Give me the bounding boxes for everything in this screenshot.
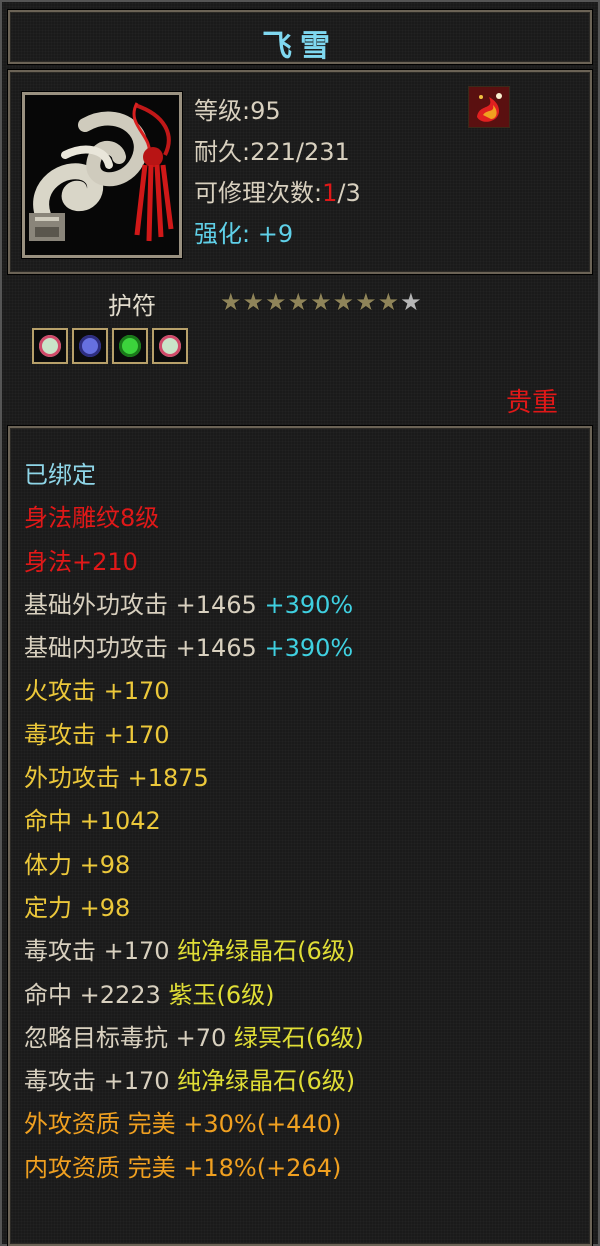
attribute-bonus: +390%	[256, 634, 354, 663]
attribute-gem-source: 紫玉(6级)	[160, 980, 275, 1009]
attribute-text: 已绑定	[24, 461, 96, 489]
attribute-text: 身法+210	[24, 547, 138, 576]
rarity-label: 贵重	[505, 388, 558, 418]
repair-rest: /3	[337, 179, 361, 207]
attribute-bonus: +390%	[256, 590, 354, 619]
attribute-line: 命中 +1042	[24, 802, 364, 845]
level-line: 等级:95	[194, 97, 281, 125]
attribute-line: 基础外功攻击 +1465 +390%	[24, 586, 364, 629]
attribute-text: 忽略目标毒抗 +70	[24, 1023, 227, 1052]
star-filled-icon: ★	[220, 288, 242, 316]
repair-line: 可修理次数:1/3	[194, 176, 361, 217]
star-rating: ★ ★ ★ ★ ★ ★ ★ ★ ★	[220, 290, 422, 314]
star-filled-icon: ★	[242, 288, 265, 316]
attribute-text: 基础内功攻击 +1465	[24, 634, 257, 663]
gem-core	[79, 335, 101, 357]
attribute-line: 身法雕纹8级	[24, 499, 364, 542]
attribute-text: 外功攻击 +1875	[24, 764, 209, 793]
gem-core	[39, 335, 61, 357]
star-filled-icon: ★	[287, 288, 310, 316]
attribute-text: 毒攻击 +170	[24, 720, 170, 749]
title-panel: 飞雪	[8, 10, 592, 64]
durability-value: 221/231	[250, 138, 350, 166]
star-filled-icon: ★	[332, 288, 355, 316]
enhance-line: 强化: +9	[194, 220, 294, 248]
attribute-line: 定力 +98	[24, 889, 364, 932]
attribute-text: 身法雕纹8级	[24, 504, 160, 533]
attribute-text: 命中 +1042	[24, 807, 161, 836]
green-gem-icon[interactable]	[112, 328, 148, 364]
attribute-panel: 已绑定 身法雕纹8级 身法+210 基础外功攻击 +1465 +390% 基础内功攻击 …	[8, 426, 592, 1246]
attribute-gem-source: 纯净绿晶石(6级)	[169, 937, 356, 966]
attribute-text: 火攻击 +170	[24, 677, 170, 706]
attribute-text: 毒攻击 +170	[24, 1067, 170, 1096]
item-name: 飞雪	[262, 29, 338, 64]
fire-rune-icon	[468, 86, 510, 128]
attribute-text: 内攻资质 完美 +18%(+264)	[24, 1153, 342, 1182]
star-filled-icon: ★	[310, 288, 332, 316]
gem-slots	[32, 328, 188, 364]
attribute-line: 毒攻击 +170 纯净绿晶石(6级)	[24, 1062, 364, 1105]
item-type: 护符	[108, 292, 156, 320]
attribute-text: 毒攻击 +170	[24, 937, 170, 966]
attribute-line: 体力 +98	[24, 846, 364, 889]
star-empty-icon: ★	[400, 288, 422, 316]
attribute-gem-source: 绿冥石(6级)	[226, 1023, 364, 1052]
type-area: 护符 ★ ★ ★ ★ ★ ★ ★ ★ ★ 贵重	[2, 280, 598, 422]
attribute-line: 已绑定	[24, 456, 364, 499]
attribute-text: 体力 +98	[24, 850, 131, 879]
white-green-gem-icon[interactable]	[152, 328, 188, 364]
attribute-text: 外攻资质 完美 +30%(+440)	[24, 1110, 342, 1139]
attribute-text: 定力 +98	[24, 893, 131, 922]
attribute-text: 基础外功攻击 +1465	[24, 590, 257, 619]
attribute-line: 火攻击 +170	[24, 672, 364, 715]
item-tooltip: 飞雪 等级:95 耐久:221/231 可修理次数:1/3 强化: +9 护符 …	[0, 0, 600, 1246]
item-stats: 等级:95 耐久:221/231 可修理次数:1/3 强化: +9	[194, 94, 361, 258]
attribute-line: 外功攻击 +1875	[24, 759, 364, 802]
info-panel: 等级:95 耐久:221/231 可修理次数:1/3 强化: +9	[8, 70, 592, 274]
gem-core	[159, 335, 181, 357]
attribute-line: 基础内功攻击 +1465 +390%	[24, 629, 364, 672]
purple-gem-icon[interactable]	[72, 328, 108, 364]
attribute-line: 忽略目标毒抗 +70 绿冥石(6级)	[24, 1019, 364, 1062]
attribute-gem-source: 纯净绿晶石(6级)	[169, 1067, 356, 1096]
attribute-text: 命中 +2223	[24, 980, 161, 1009]
durability-line: 耐久:221/231	[194, 135, 361, 176]
durability-label: 耐久:	[194, 138, 251, 166]
item-portrait	[22, 92, 182, 258]
star-filled-icon: ★	[377, 288, 400, 316]
attribute-line: 身法+210	[24, 543, 364, 586]
attribute-line: 毒攻击 +170	[24, 716, 364, 759]
white-green-gem-icon[interactable]	[32, 328, 68, 364]
attribute-line: 内攻资质 完美 +18%(+264)	[24, 1149, 364, 1192]
attribute-line: 外攻资质 完美 +30%(+440)	[24, 1105, 364, 1148]
star-filled-icon: ★	[265, 288, 287, 316]
amulet-image-icon	[25, 95, 179, 255]
repair-label: 可修理次数:	[194, 179, 323, 207]
gem-core	[119, 335, 141, 357]
attribute-line: 命中 +2223 紫玉(6级)	[24, 976, 364, 1019]
attribute-line: 毒攻击 +170 纯净绿晶石(6级)	[24, 932, 364, 975]
repair-used: 1	[322, 179, 338, 207]
star-filled-icon: ★	[355, 288, 377, 316]
attribute-list: 已绑定 身法雕纹8级 身法+210 基础外功攻击 +1465 +390% 基础内功攻击 …	[24, 456, 364, 1192]
